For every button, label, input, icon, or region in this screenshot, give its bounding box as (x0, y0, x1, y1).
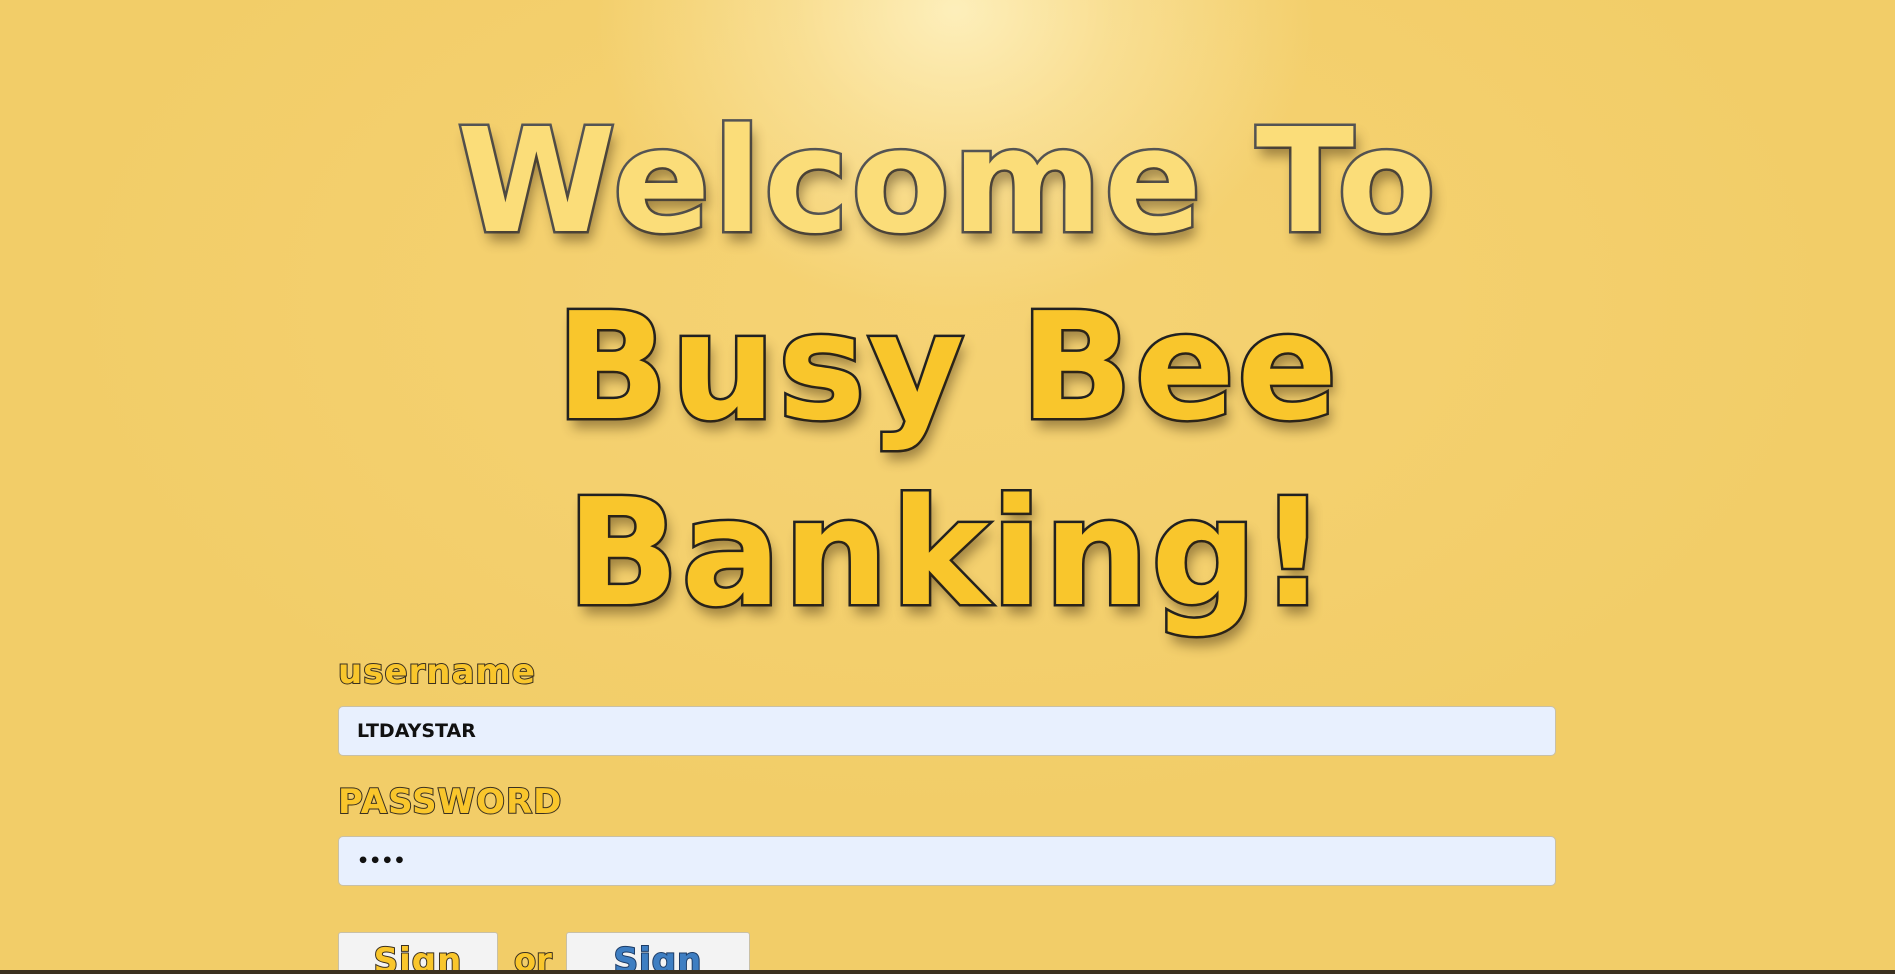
username-label: username (337, 651, 536, 693)
password-label: PASSWORD (337, 781, 563, 823)
welcome-heading: Welcome To Busy Bee Banking! (0, 88, 1895, 646)
sign-in-button[interactable]: Sign In (338, 932, 498, 974)
username-input[interactable] (338, 706, 1556, 756)
welcome-heading-line-1: Welcome To (455, 95, 1439, 268)
login-form: username PASSWORD •••• (337, 650, 1556, 910)
welcome-heading-line-3: Banking! (564, 465, 1329, 642)
password-input[interactable]: •••• (338, 836, 1556, 886)
bottom-edge-divider (0, 970, 1895, 974)
welcome-heading-line-2: Busy Bee (553, 279, 1340, 456)
or-separator: or (513, 940, 553, 974)
login-actions: Sign In or Sign Up! (338, 932, 750, 974)
sign-up-button[interactable]: Sign Up! (566, 932, 750, 974)
